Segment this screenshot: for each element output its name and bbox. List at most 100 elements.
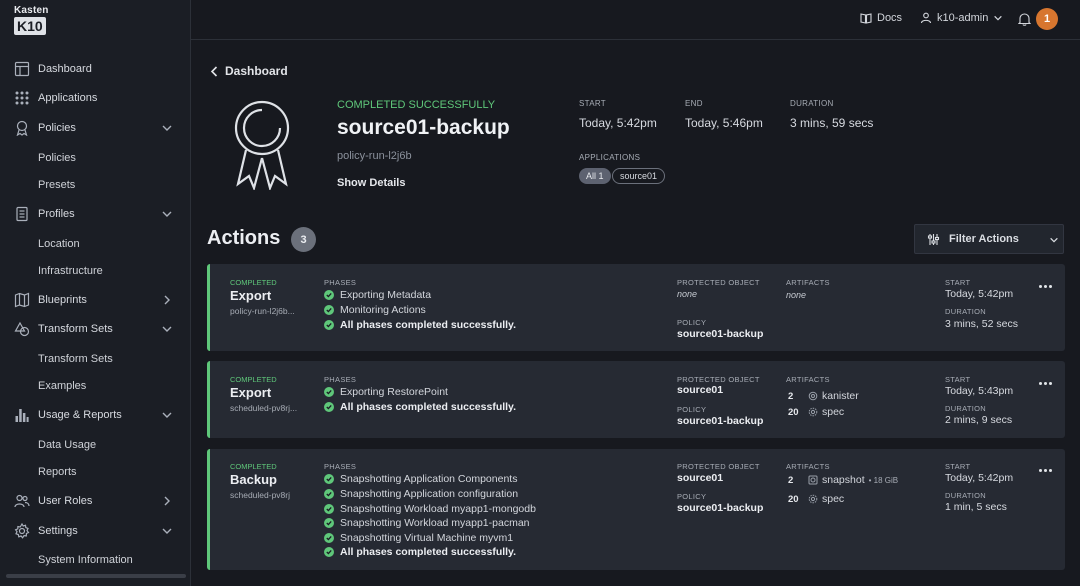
chevron-down-icon[interactable] [161, 525, 173, 537]
sidebar-subitem-policies[interactable]: Policies [38, 152, 76, 164]
start-value: Today, 5:43pm [945, 385, 1014, 397]
spec-gear-icon [808, 407, 818, 417]
bell-icon[interactable] [1018, 12, 1031, 26]
duration-value: 1 min, 5 secs [945, 501, 1007, 513]
user-icon [920, 12, 932, 24]
sidebar-subitem-presets[interactable]: Presets [38, 179, 75, 191]
policy-value[interactable]: source01-backup [677, 415, 763, 427]
phase-item: Monitoring Actions [324, 304, 426, 316]
run-id: policy-run-l2j6b [337, 150, 412, 162]
sidebar-item-label: Transform Sets [38, 323, 113, 335]
chevron-right-icon[interactable] [161, 495, 173, 507]
phase-text: Snapshotting Workload myapp1-pacman [340, 517, 530, 529]
phase-item: Exporting Metadata [324, 289, 431, 301]
more-options-icon[interactable] [1039, 285, 1053, 289]
docs-label: Docs [877, 12, 903, 24]
app-chip-source01[interactable]: source01 [612, 168, 666, 184]
user-menu[interactable]: k10-admin [920, 12, 1008, 24]
more-options-icon[interactable] [1039, 469, 1053, 473]
artifact-row[interactable]: 20 spec [788, 406, 844, 418]
artifacts-none: none [786, 290, 807, 300]
sidebar-item-user-roles[interactable]: User Roles [0, 487, 191, 515]
app-chip-all[interactable]: All 1 [579, 168, 611, 184]
policy-label: POLICY [677, 492, 707, 501]
artifact-row[interactable]: 2 kanister [788, 390, 859, 402]
sidebar-item-label: Applications [38, 92, 98, 104]
duration-label: DURATION [790, 99, 834, 108]
sidebar-item-blueprints[interactable]: Blueprints [0, 286, 191, 314]
action-card[interactable]: COMPLETED Export scheduled-pv8rj... PHAS… [207, 361, 1065, 438]
artifact-row[interactable]: 2 snapshot • 18 GiB [788, 474, 898, 486]
show-details-button[interactable]: Show Details [337, 177, 405, 189]
chevron-right-icon[interactable] [161, 294, 173, 306]
protected-object-value[interactable]: source01 [677, 472, 723, 484]
policy-value[interactable]: source01-backup [677, 502, 763, 514]
check-icon [324, 387, 334, 397]
sidebar-subitem-location[interactable]: Location [38, 238, 80, 250]
bar-chart-icon [15, 409, 29, 422]
sidebar-item-applications[interactable]: Applications [0, 84, 191, 112]
start-label: START [579, 99, 606, 108]
phase-item: Snapshotting Application configuration [324, 488, 518, 500]
sidebar-subitem-examples[interactable]: Examples [38, 380, 86, 392]
docs-link[interactable]: Docs [860, 12, 902, 24]
artifact-name: spec [822, 493, 845, 505]
sidebar-item-usage-reports[interactable]: Usage & Reports [0, 401, 191, 429]
more-options-icon[interactable] [1039, 382, 1053, 386]
duration-label: DURATION [945, 491, 987, 500]
logo-line1: Kasten [14, 5, 49, 16]
protected-object-label: PROTECTED OBJECT [677, 375, 760, 384]
artifact-name: spec [822, 406, 845, 418]
snapshot-icon [808, 475, 818, 485]
phase-item: Snapshotting Application Components [324, 473, 517, 485]
filter-actions-button[interactable]: Filter Actions [914, 224, 1064, 254]
artifact-row[interactable]: 20 spec [788, 493, 844, 505]
sidebar-subitem-transform-sets[interactable]: Transform Sets [38, 353, 113, 365]
check-icon [324, 320, 334, 330]
transform-shapes-icon [14, 321, 30, 337]
users-icon [14, 494, 30, 508]
card-status: COMPLETED [230, 375, 277, 384]
sidebar-scrollbar[interactable] [6, 574, 186, 578]
page-title: source01-backup [337, 116, 510, 139]
action-card[interactable]: COMPLETED Export policy-run-l2j6b... PHA… [207, 264, 1065, 351]
phase-text: All phases completed successfully. [340, 319, 517, 331]
check-icon [324, 518, 334, 528]
action-card[interactable]: COMPLETED Backup scheduled-pv8rj PHASES … [207, 449, 1065, 570]
sidebar-item-transform-sets[interactable]: Transform Sets [0, 315, 191, 343]
award-ribbon-icon [234, 100, 290, 190]
sidebar-item-policies[interactable]: Policies [0, 114, 191, 142]
start-value: Today, 5:42pm [579, 116, 657, 130]
chevron-down-icon[interactable] [161, 409, 173, 421]
chevron-down-icon[interactable] [161, 122, 173, 134]
phases-label: PHASES [324, 462, 357, 471]
chevron-down-icon [994, 15, 1003, 21]
sidebar-item-settings[interactable]: Settings [0, 517, 191, 545]
book-icon [860, 13, 872, 24]
chevron-down-icon [1050, 237, 1058, 243]
phase-text: Snapshotting Application configuration [340, 488, 519, 500]
kanister-icon [808, 391, 818, 401]
sidebar-subitem-infrastructure[interactable]: Infrastructure [38, 265, 103, 277]
sidebar-item-label: Policies [38, 122, 76, 134]
chevron-down-icon[interactable] [161, 323, 173, 335]
kasten-logo[interactable]: Kasten K10 [14, 6, 48, 35]
protected-object-label: PROTECTED OBJECT [677, 462, 760, 471]
sidebar-subitem-data-usage[interactable]: Data Usage [38, 439, 96, 451]
card-subtitle: scheduled-pv8rj [230, 490, 291, 500]
protected-object-value[interactable]: source01 [677, 384, 723, 396]
check-icon [324, 402, 334, 412]
sidebar-item-profiles[interactable]: Profiles [0, 200, 191, 228]
user-label: k10-admin [937, 12, 989, 24]
sidebar-subitem-reports[interactable]: Reports [38, 466, 77, 478]
notification-avatar[interactable]: 1 [1036, 8, 1058, 30]
sidebar-subitem-system-information[interactable]: System Information [38, 554, 133, 566]
check-icon [324, 305, 334, 315]
artifacts-label: ARTIFACTS [786, 278, 830, 287]
back-to-dashboard[interactable]: Dashboard [210, 64, 288, 78]
phases-label: PHASES [324, 375, 357, 384]
policy-value[interactable]: source01-backup [677, 328, 763, 340]
check-icon [324, 533, 334, 543]
chevron-down-icon[interactable] [161, 208, 173, 220]
sidebar-item-dashboard[interactable]: Dashboard [0, 55, 191, 83]
